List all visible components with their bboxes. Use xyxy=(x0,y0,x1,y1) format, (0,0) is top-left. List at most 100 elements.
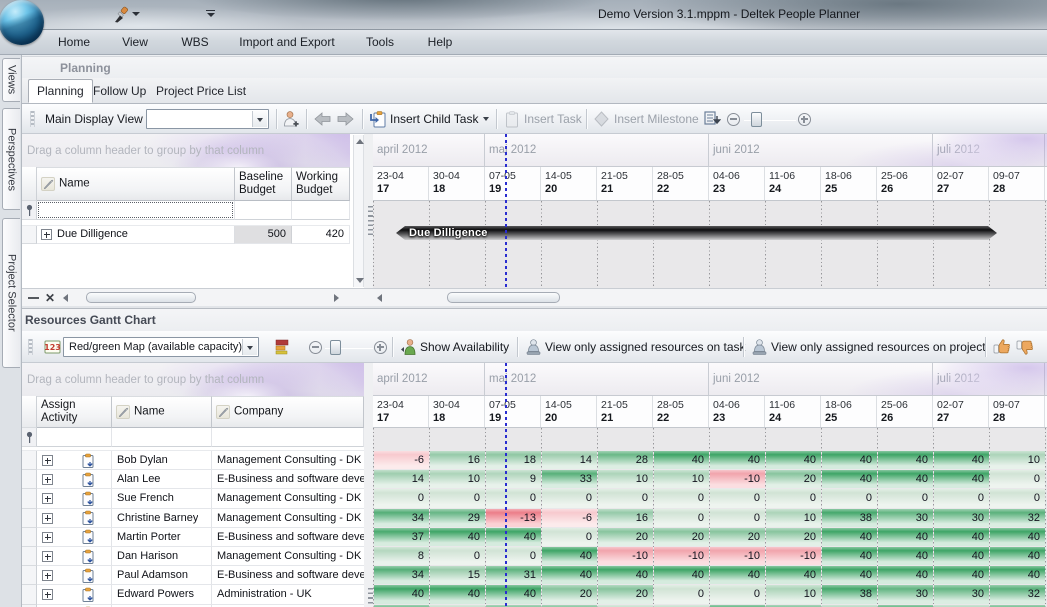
outline-level-icon[interactable] xyxy=(703,110,721,131)
capacity-cell[interactable]: 0 xyxy=(430,547,485,565)
expand-icon[interactable] xyxy=(42,589,53,600)
capacity-cell[interactable]: 40 xyxy=(374,585,429,603)
capacity-cell[interactable]: 40 xyxy=(486,585,541,603)
capacity-cell[interactable]: 0 xyxy=(430,489,485,507)
show-availability-label[interactable]: Show Availability xyxy=(420,340,509,354)
capacity-cell[interactable]: 40 xyxy=(934,566,989,584)
zoom-out-icon[interactable] xyxy=(309,341,322,354)
grid-heatmap-splitter[interactable] xyxy=(364,363,373,607)
filter-cell-working-budget[interactable] xyxy=(292,201,350,220)
capacity-cell[interactable]: 34 xyxy=(374,566,429,584)
assign-activity-cell[interactable] xyxy=(37,489,112,508)
capacity-cell[interactable]: 40 xyxy=(878,470,933,488)
paintbrush-dropdown-icon[interactable] xyxy=(132,12,140,16)
assign-activity-cell[interactable] xyxy=(37,528,112,547)
paintbrush-icon[interactable] xyxy=(112,6,130,27)
view-assigned-project-label[interactable]: View only assigned resources on project xyxy=(771,340,986,354)
capacity-cell[interactable]: 8 xyxy=(374,547,429,565)
capacity-cell[interactable]: 40 xyxy=(990,547,1045,565)
collapse-button[interactable] xyxy=(28,297,39,300)
assign-activity-icon[interactable] xyxy=(81,587,96,606)
add-resource-icon[interactable] xyxy=(282,110,299,131)
vscroll-up-icon[interactable] xyxy=(356,139,364,144)
capacity-cell[interactable]: 10 xyxy=(990,451,1045,469)
side-tab-views[interactable]: Views xyxy=(2,58,20,102)
hscroll-left-icon[interactable] xyxy=(63,294,68,302)
map-mode-combobox[interactable]: Red/green Map (available capacity) xyxy=(63,337,259,357)
capacity-cell[interactable]: 10 xyxy=(766,585,821,603)
menu-item-import-and-export[interactable]: Import and Export xyxy=(239,30,334,54)
capacity-cell[interactable]: 0 xyxy=(598,489,653,507)
navigate-back-icon[interactable] xyxy=(313,111,332,130)
capacity-cell[interactable]: 40 xyxy=(766,451,821,469)
expand-icon[interactable] xyxy=(42,474,53,485)
baseline-budget-cell[interactable]: 500 xyxy=(235,226,292,244)
zoom-slider-thumb[interactable] xyxy=(330,340,341,355)
capacity-cell[interactable]: 40 xyxy=(766,566,821,584)
toolbar-drag-handle-icon[interactable] xyxy=(28,339,33,355)
capacity-cell[interactable]: 40 xyxy=(430,528,485,546)
capacity-cell[interactable]: 40 xyxy=(934,451,989,469)
assign-activity-cell[interactable] xyxy=(37,585,112,604)
task-name-cell[interactable]: Due Dilligence xyxy=(37,226,235,244)
column-group-band[interactable]: Drag a column header to group by that co… xyxy=(22,363,364,396)
capacity-cell[interactable]: 16 xyxy=(430,451,485,469)
capacity-cell[interactable]: 18 xyxy=(486,451,541,469)
show-availability-icon[interactable] xyxy=(400,338,417,359)
main-display-view-combobox[interactable] xyxy=(146,109,269,129)
capacity-cell[interactable]: 40 xyxy=(710,451,765,469)
capacity-cell[interactable]: 40 xyxy=(654,566,709,584)
capacity-cell[interactable]: 40 xyxy=(934,547,989,565)
filter-cell-assign-activity[interactable] xyxy=(37,428,112,447)
assign-activity-cell[interactable] xyxy=(37,451,112,470)
toolbar-drag-handle-icon[interactable] xyxy=(30,111,35,127)
capacity-cell[interactable]: 0 xyxy=(766,489,821,507)
capacity-cell[interactable]: 0 xyxy=(486,489,541,507)
column-header-company[interactable]: Company xyxy=(212,396,364,428)
capacity-cell[interactable]: 40 xyxy=(878,528,933,546)
capacity-cell[interactable]: 16 xyxy=(598,509,653,527)
capacity-cell[interactable]: 20 xyxy=(598,528,653,546)
resource-name-cell[interactable]: Martin Porter xyxy=(112,528,212,547)
close-button[interactable]: ✕ xyxy=(45,292,55,304)
tab-planning[interactable]: Planning xyxy=(28,79,93,103)
capacity-cell[interactable]: 10 xyxy=(598,470,653,488)
capacity-cell[interactable]: 37 xyxy=(374,528,429,546)
resource-name-cell[interactable]: Sue French xyxy=(112,489,212,508)
capacity-cell[interactable]: 20 xyxy=(542,585,597,603)
side-tab-perspectives[interactable]: Perspectives xyxy=(2,108,20,210)
capacity-cell[interactable]: 0 xyxy=(654,509,709,527)
capacity-cell[interactable]: 40 xyxy=(822,566,877,584)
capacity-cell[interactable]: 0 xyxy=(710,585,765,603)
combobox-dropdown-icon[interactable] xyxy=(252,111,267,127)
company-cell[interactable]: Management Consulting - DK xyxy=(212,451,364,470)
expand-icon[interactable] xyxy=(41,229,52,240)
column-header-name[interactable]: Name xyxy=(112,396,212,428)
capacity-cell[interactable]: 0 xyxy=(654,489,709,507)
capacity-cell[interactable]: 40 xyxy=(822,451,877,469)
capacity-cell[interactable]: 40 xyxy=(878,451,933,469)
capacity-cell[interactable]: 31 xyxy=(486,566,541,584)
capacity-cell[interactable]: 30 xyxy=(934,585,989,603)
combobox-dropdown-icon[interactable] xyxy=(242,339,257,355)
company-cell[interactable]: Administration - UK xyxy=(212,585,364,604)
zoom-slider-thumb[interactable] xyxy=(751,112,762,127)
capacity-cell[interactable]: 0 xyxy=(710,509,765,527)
capacity-cell[interactable]: 10 xyxy=(654,470,709,488)
capacity-cell[interactable]: 40 xyxy=(822,470,877,488)
capacity-cell[interactable]: 40 xyxy=(934,470,989,488)
zoom-out-icon[interactable] xyxy=(727,113,740,126)
zoom-in-icon[interactable] xyxy=(798,113,811,126)
resource-name-cell[interactable]: Paul Adamson xyxy=(112,566,212,585)
gantt-hscroll-thumb[interactable] xyxy=(447,292,560,303)
working-budget-cell[interactable]: 420 xyxy=(292,226,350,244)
column-header-baseline-budget[interactable]: Baseline Budget xyxy=(235,167,292,201)
menu-item-help[interactable]: Help xyxy=(428,30,453,54)
assign-activity-icon[interactable] xyxy=(81,568,96,587)
resource-name-cell[interactable]: Christine Barney xyxy=(112,509,212,528)
company-cell[interactable]: E-Business and software deve xyxy=(212,470,364,489)
grid-vscrollbar[interactable] xyxy=(353,135,364,287)
tab-follow-up[interactable]: Follow Up xyxy=(85,80,154,103)
capacity-cell[interactable]: 29 xyxy=(430,509,485,527)
capacity-cell[interactable]: 20 xyxy=(766,470,821,488)
